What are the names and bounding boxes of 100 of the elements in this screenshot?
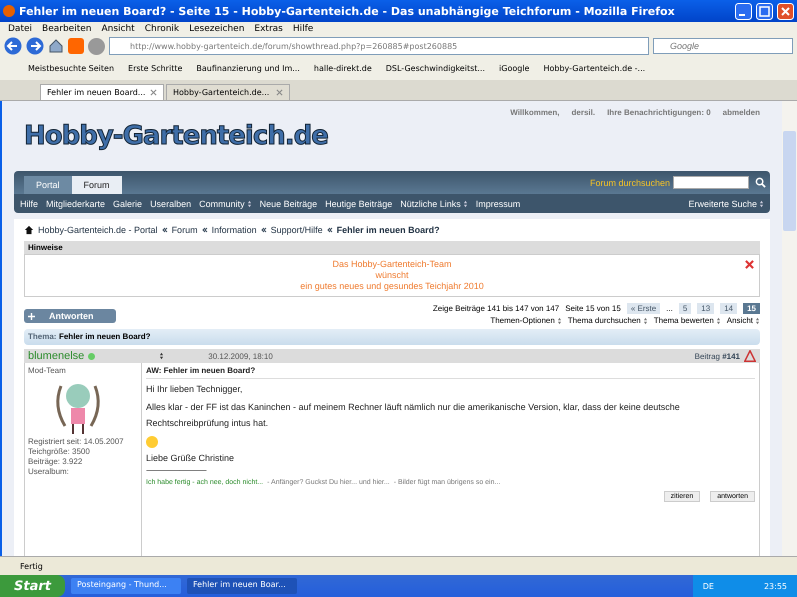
- browser-tab[interactable]: Hobby-Gartenteich.de...: [166, 84, 290, 100]
- forward-icon[interactable]: [26, 37, 44, 55]
- notice-title: Hinweise: [24, 241, 760, 254]
- menu-item[interactable]: Datei: [8, 24, 32, 34]
- nav-link[interactable]: Galerie: [113, 198, 142, 208]
- scrollbar[interactable]: [782, 101, 797, 556]
- page-link[interactable]: 5: [678, 303, 692, 314]
- close-icon[interactable]: [150, 89, 157, 96]
- menu-item[interactable]: Bearbeiten: [42, 24, 92, 34]
- back-icon[interactable]: [4, 37, 22, 55]
- user-info: Beiträge: 3.922: [28, 457, 84, 466]
- taskbar-button[interactable]: Posteingang - Thund...: [70, 578, 181, 594]
- language-indicator[interactable]: DE: [702, 582, 714, 590]
- search-label: Forum durchsuchen: [590, 178, 670, 188]
- post-text: Hi Ihr lieben Technigger,: [146, 384, 242, 394]
- sort-arrows-icon[interactable]: [755, 316, 760, 324]
- sort-arrows-icon[interactable]: [462, 200, 468, 208]
- nav-link[interactable]: Erweiterte Suche: [688, 198, 764, 208]
- nav-link[interactable]: Impressum: [476, 198, 520, 208]
- page-link[interactable]: 14: [720, 303, 738, 314]
- start-button[interactable]: Start: [0, 575, 65, 597]
- thread-tool-menu[interactable]: Thema bewerten: [654, 316, 721, 325]
- post-title: AW: Fehler im neuen Board?: [146, 366, 755, 379]
- user-rank: Mod-Team: [28, 366, 67, 375]
- page-link[interactable]: 15: [743, 303, 760, 314]
- bookmark-item[interactable]: DSL-Geschwindigkeitst...: [386, 64, 486, 73]
- sort-arrows-icon[interactable]: [716, 316, 721, 324]
- menu-item[interactable]: Lesezeichen: [189, 24, 244, 34]
- site-tab[interactable]: Portal: [24, 176, 72, 194]
- clock: 23:55: [764, 582, 787, 590]
- bookmark-item[interactable]: iGoogle: [499, 64, 530, 73]
- page-link[interactable]: « Erste: [626, 303, 660, 314]
- breadcrumb-link[interactable]: Hobby-Gartenteich.de - Portal: [38, 225, 158, 235]
- maximize-button[interactable]: [756, 2, 773, 20]
- sort-arrows-icon[interactable]: [642, 316, 648, 324]
- home-icon[interactable]: [24, 225, 34, 235]
- breadcrumb-separator-icon: [162, 227, 168, 233]
- signature-text: Liebe Grüße Christine: [146, 453, 234, 463]
- menu-item[interactable]: Chronik: [144, 24, 180, 34]
- taskbar-button[interactable]: Fehler im neuen Boar...: [186, 578, 297, 594]
- status-text: Fertig: [20, 562, 43, 570]
- breadcrumb-link[interactable]: Information: [212, 225, 257, 235]
- bookmark-item[interactable]: Erste Schritte: [128, 64, 182, 73]
- site-tab[interactable]: Forum: [72, 176, 122, 194]
- post-number[interactable]: Beitrag #141: [694, 352, 740, 360]
- page-indicator[interactable]: Seite 15 von 15: [565, 304, 621, 313]
- close-button[interactable]: [777, 2, 794, 20]
- address-field[interactable]: http://www.hobby-gartenteich.de/forum/showthread.php?p=260885#post260885: [109, 37, 649, 55]
- breadcrumb-separator-icon: [326, 227, 333, 233]
- nav-link[interactable]: Neue Beiträge: [260, 198, 318, 208]
- close-icon[interactable]: [745, 260, 754, 269]
- thread-tool-menu[interactable]: Themen-Optionen: [490, 316, 562, 325]
- user-link[interactable]: abmelden: [722, 108, 760, 164]
- notice-text: wünscht: [375, 270, 409, 281]
- thread-tool-menu[interactable]: Ansicht: [726, 316, 760, 325]
- user-info: Teichgröße: 3500: [28, 447, 91, 456]
- bookmark-item[interactable]: Meistbesuchte Seiten: [28, 64, 114, 73]
- user-info: Registriert seit: 14.05.2007: [28, 437, 125, 446]
- ellipsis: ...: [666, 304, 673, 313]
- home-icon[interactable]: [48, 38, 64, 54]
- menu-item[interactable]: Hilfe: [292, 24, 314, 34]
- user-link[interactable]: Ihre Benachrichtigungen: 0: [607, 108, 711, 164]
- thread-label: Thema:: [28, 332, 56, 342]
- close-icon[interactable]: [276, 89, 283, 96]
- post-count-text: Zeige Beiträge 141 bis 147 von 147: [432, 304, 560, 313]
- thread-tool-menu[interactable]: Thema durchsuchen: [568, 316, 648, 325]
- sort-arrows-icon[interactable]: [556, 316, 562, 324]
- user-info: Useralbum:: [28, 467, 70, 476]
- user-menu-icon[interactable]: [159, 352, 164, 360]
- warning-icon[interactable]: [744, 350, 756, 362]
- nav-link[interactable]: Heutige Beiträge: [325, 198, 392, 208]
- nav-link[interactable]: Mitgliederkarte: [46, 198, 106, 208]
- site-logo[interactable]: Hobby-Gartenteich.de: [24, 121, 328, 151]
- minimize-button[interactable]: [735, 2, 752, 20]
- nav-link[interactable]: Hilfe: [20, 198, 38, 208]
- nav-link[interactable]: Useralben: [150, 198, 192, 208]
- search-icon[interactable]: [755, 177, 766, 188]
- browser-tab[interactable]: Fehler im neuen Board...: [40, 84, 164, 100]
- search-field[interactable]: Google: [653, 38, 793, 54]
- notice-text: Das Hobby-Gartenteich-Team: [332, 259, 452, 270]
- nav-link[interactable]: Community: [199, 198, 252, 208]
- bookmark-item[interactable]: Hobby-Gartenteich.de -...: [543, 64, 646, 73]
- bookmark-item[interactable]: Baufinanzierung und Im...: [196, 64, 300, 73]
- sort-arrows-icon[interactable]: [246, 200, 252, 208]
- nav-link[interactable]: Nützliche Links: [400, 198, 468, 208]
- sort-arrows-icon[interactable]: [759, 200, 764, 208]
- firefox-icon: [3, 5, 15, 17]
- breadcrumb-link[interactable]: Support/Hilfe: [270, 225, 323, 235]
- breadcrumb-separator-icon: [260, 227, 267, 233]
- user-link[interactable]: dersil.: [572, 108, 596, 164]
- page-link[interactable]: 13: [697, 303, 714, 314]
- plus-icon[interactable]: [28, 312, 35, 320]
- bookmark-item[interactable]: halle-direkt.de: [314, 64, 372, 73]
- forum-search-field[interactable]: [673, 176, 749, 189]
- menu-item[interactable]: Ansicht: [101, 24, 135, 34]
- reply-button[interactable]: Antworten: [24, 309, 116, 323]
- menu-item[interactable]: Extras: [254, 24, 283, 34]
- breadcrumb-separator-icon: [202, 227, 208, 233]
- window-title: Fehler im neuen Board? - Seite 15 - Hobby-Gartenteich.de - Das unabhängige Teichforum - Mozilla Firefox: [19, 4, 676, 18]
- breadcrumb-link[interactable]: Forum: [172, 225, 198, 235]
